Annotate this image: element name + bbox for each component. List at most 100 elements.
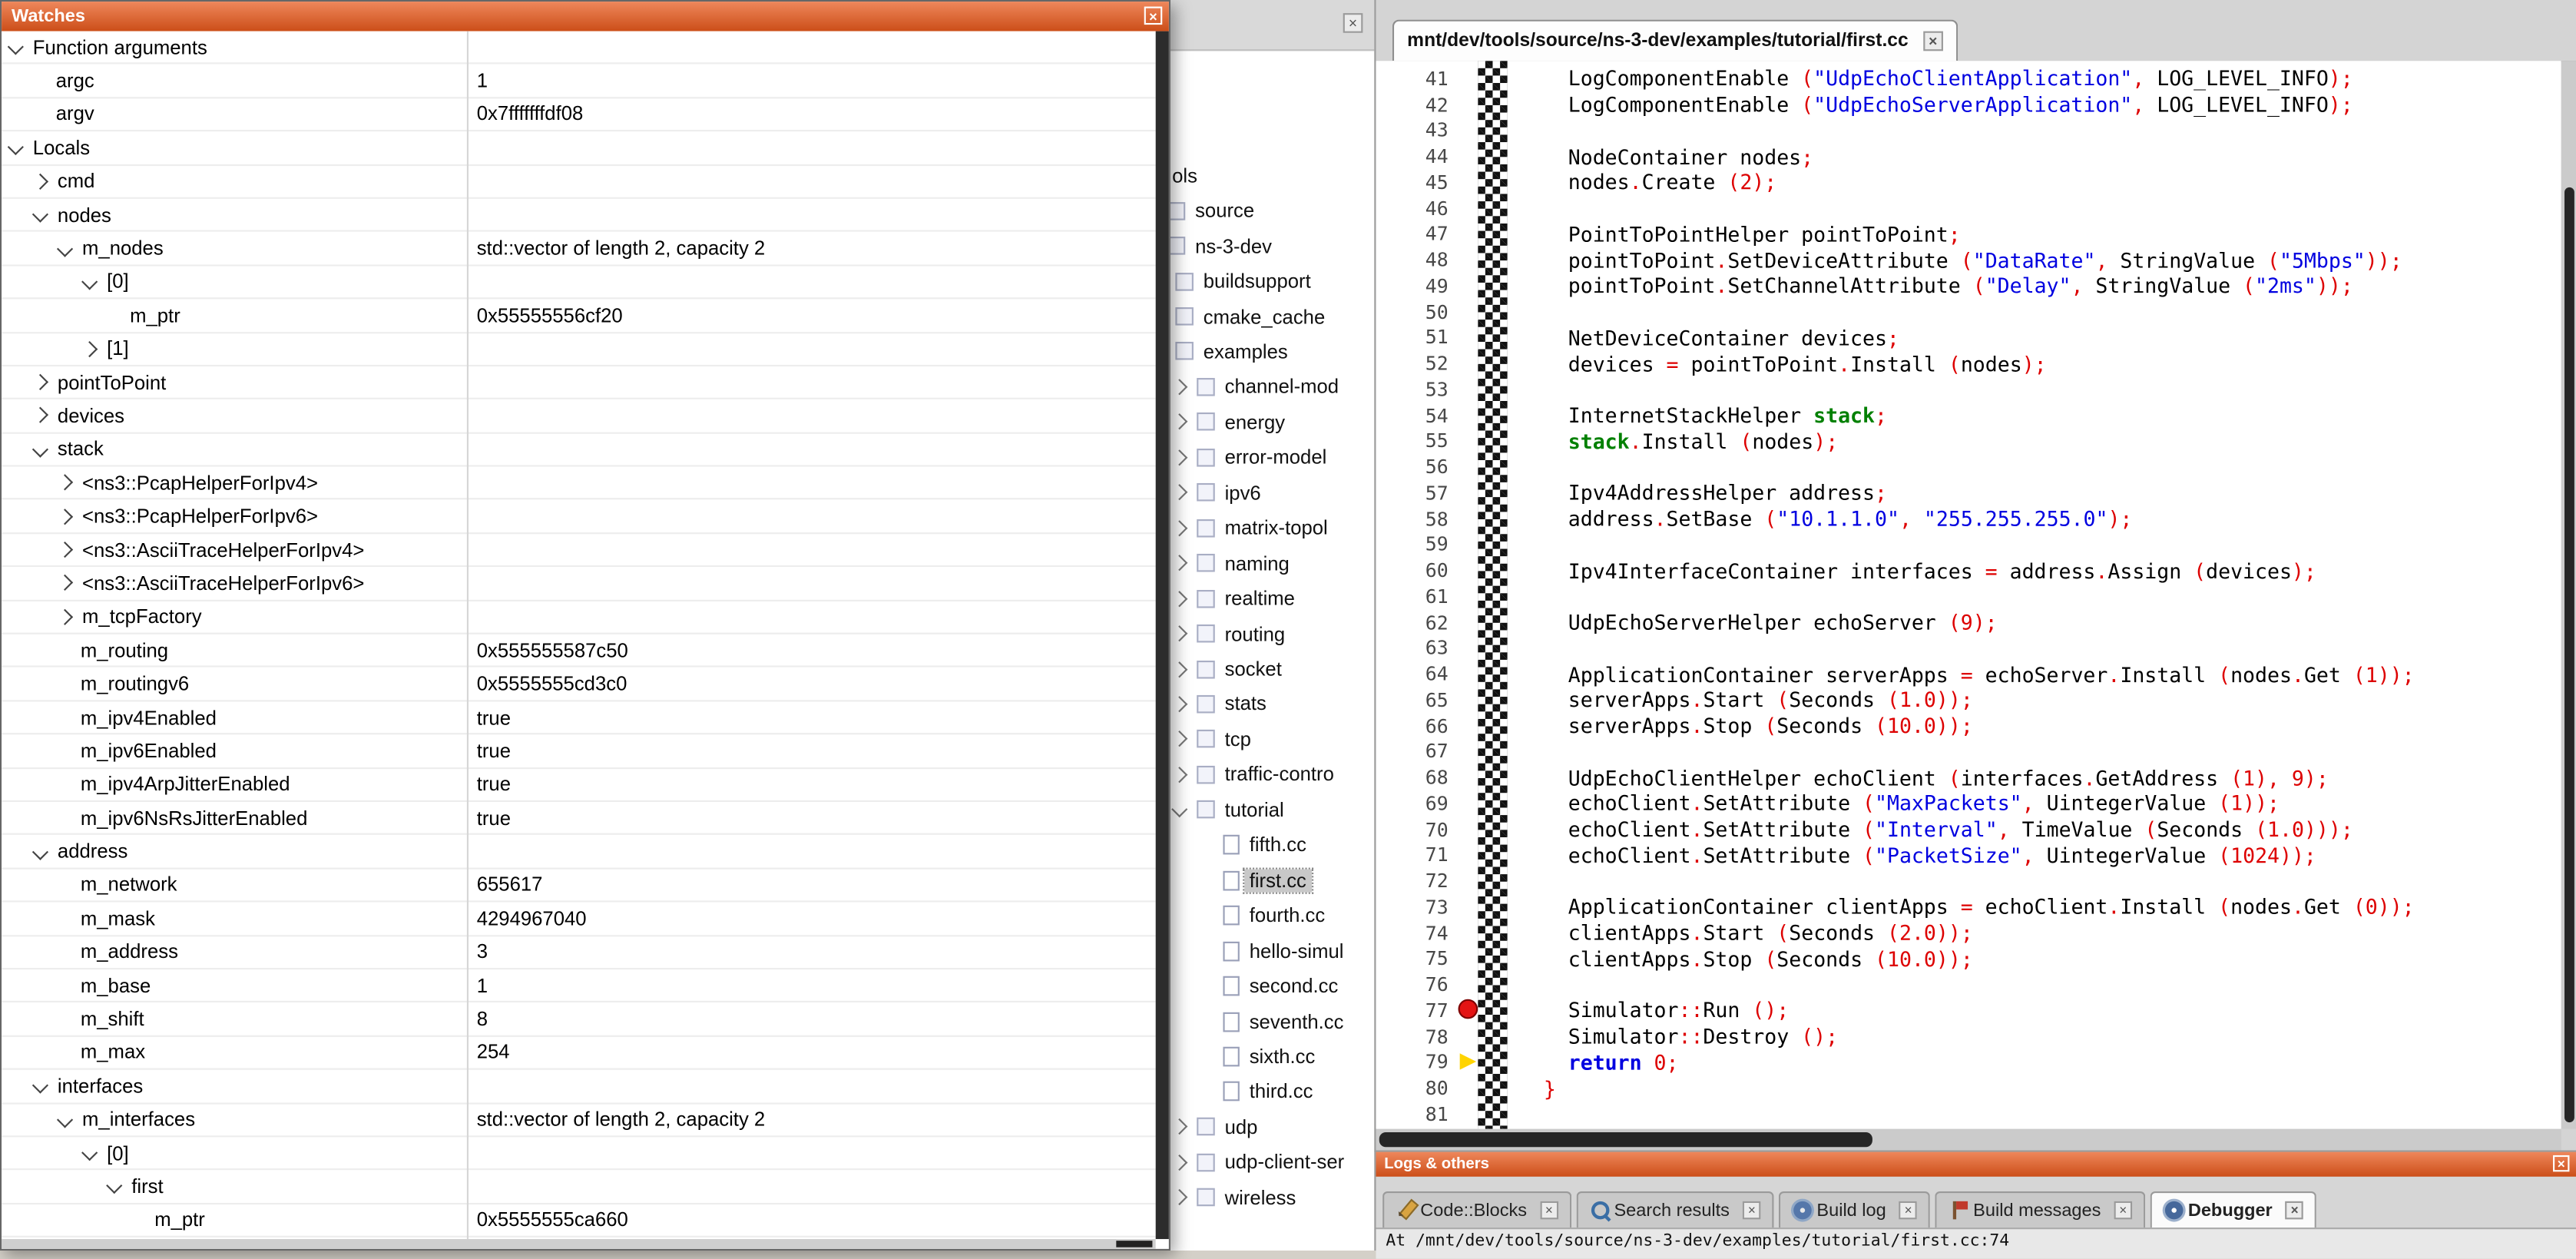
watches-vertical-scrollbar[interactable] (1156, 31, 1169, 1239)
tree-item-error-model[interactable]: error-model (1151, 439, 1374, 475)
line-marker-slot[interactable] (1462, 817, 1478, 843)
line-marker-slot[interactable] (1462, 169, 1478, 195)
horizontal-scrollbar-thumb[interactable] (1379, 1132, 1872, 1147)
line-marker-slot[interactable] (1462, 350, 1478, 376)
line-marker-slot[interactable] (1462, 1023, 1478, 1049)
close-icon[interactable]: × (2114, 1201, 2133, 1220)
watch-row-nodes[interactable]: nodes (2, 199, 1156, 233)
breakpoint-marker[interactable] (1459, 999, 1478, 1019)
watch-row-m-max[interactable]: m_max254 (2, 1036, 1156, 1070)
line-marker-slot[interactable] (1462, 195, 1478, 221)
logs-tab-build-messages[interactable]: Build messages× (1935, 1191, 2145, 1228)
close-icon[interactable]: × (1540, 1201, 1558, 1220)
watch-row-0[interactable]: [0] (2, 1137, 1156, 1171)
tree-item-udp[interactable]: udp (1151, 1109, 1374, 1145)
close-icon[interactable]: × (2286, 1201, 2304, 1220)
tree-item-matrix-topol[interactable]: matrix-topol (1151, 510, 1374, 545)
tree-item-tcp[interactable]: tcp (1151, 722, 1374, 757)
watch-row-locals[interactable]: Locals (2, 132, 1156, 166)
watches-hscroll-thumb[interactable] (1116, 1241, 1152, 1247)
line-marker-slot[interactable] (1462, 428, 1478, 454)
line-marker-slot[interactable] (1462, 919, 1478, 946)
line-marker-slot[interactable] (1462, 325, 1478, 351)
watch-row-cmd[interactable]: cmd (2, 165, 1156, 199)
line-marker-slot[interactable] (1462, 273, 1478, 299)
tree-item-source[interactable]: source (1151, 193, 1374, 228)
expand-icon[interactable] (81, 340, 98, 356)
logs-tab-build-log[interactable]: Build log× (1779, 1191, 1930, 1228)
tree-item-examples[interactable]: examples (1151, 334, 1374, 369)
watch-row-m-ptr[interactable]: m_ptr0x5555555ca660 (2, 1204, 1156, 1237)
expand-icon[interactable] (1171, 379, 1187, 395)
tree-item-third-cc[interactable]: third.cc (1151, 1074, 1374, 1109)
line-marker-slot[interactable] (1462, 91, 1478, 118)
watch-row-devices[interactable]: devices (2, 399, 1156, 433)
watch-row-ns3-pcaphelperforipv6[interactable]: <ns3::PcapHelperForIpv6> (2, 500, 1156, 534)
collapse-icon[interactable] (8, 140, 24, 156)
collapse-icon[interactable] (8, 39, 24, 55)
line-marker-slot[interactable] (1462, 764, 1478, 790)
expand-icon[interactable] (32, 173, 48, 189)
line-marker-slot[interactable] (1462, 1049, 1478, 1075)
tree-item-wireless[interactable]: wireless (1151, 1180, 1374, 1215)
line-marker-slot[interactable] (1462, 505, 1478, 532)
line-marker-slot[interactable] (1462, 454, 1478, 480)
line-marker-slot[interactable] (1462, 403, 1478, 429)
tree-item-ols[interactable]: ols (1151, 157, 1374, 193)
watch-row-first[interactable]: first (2, 1171, 1156, 1204)
watch-row-m-address[interactable]: m_address3 (2, 936, 1156, 969)
watch-row-interfaces[interactable]: interfaces (2, 1070, 1156, 1104)
line-marker-slot[interactable] (1462, 661, 1478, 687)
expand-icon[interactable] (1171, 661, 1187, 677)
watch-row-function-arguments[interactable]: Function arguments (2, 31, 1156, 65)
line-marker-slot[interactable] (1462, 221, 1478, 247)
tree-item-tutorial[interactable]: tutorial (1151, 792, 1374, 827)
line-marker-slot[interactable] (1462, 635, 1478, 661)
watch-row-ns3-asciitracehelperforipv6[interactable]: <ns3::AsciiTraceHelperForIpv6> (2, 568, 1156, 601)
watch-row-pointtopoint[interactable]: pointToPoint (2, 366, 1156, 400)
line-marker-slot[interactable] (1462, 532, 1478, 558)
watch-row-m-tcpfactory[interactable]: m_tcpFactory (2, 601, 1156, 634)
collapse-icon[interactable] (32, 1078, 48, 1094)
collapse-icon[interactable] (106, 1178, 122, 1194)
watches-titlebar[interactable]: Watches × (2, 2, 1169, 31)
line-marker-slot[interactable] (1462, 713, 1478, 739)
watch-row-address[interactable]: address (2, 836, 1156, 870)
watch-row-argc[interactable]: argc1 (2, 65, 1156, 98)
tree-item-ipv6[interactable]: ipv6 (1151, 475, 1374, 510)
line-marker-slot[interactable] (1462, 842, 1478, 868)
expand-icon[interactable] (1171, 731, 1187, 747)
watch-row-m-ipv4arpjitterenabled[interactable]: m_ipv4ArpJitterEnabledtrue (2, 768, 1156, 802)
collapse-icon[interactable] (57, 1112, 73, 1128)
line-marker-slot[interactable] (1462, 558, 1478, 584)
watch-row-ns3-pcaphelperforipv4[interactable]: <ns3::PcapHelperForIpv4> (2, 467, 1156, 501)
tree-item-first-cc[interactable]: first.cc (1151, 863, 1374, 898)
expand-icon[interactable] (32, 374, 48, 390)
watch-row-m-network[interactable]: m_network655617 (2, 869, 1156, 903)
expand-icon[interactable] (1171, 555, 1187, 571)
watch-row-m-ptr[interactable]: m_ptr0x55555556cf20 (2, 300, 1156, 333)
line-marker-slot[interactable] (1462, 247, 1478, 273)
tree-item-seventh-cc[interactable]: seventh.cc (1151, 1004, 1374, 1039)
collapse-icon[interactable] (57, 240, 73, 257)
line-marker-slot[interactable] (1462, 972, 1478, 998)
tree-item-udp-client-ser[interactable]: udp-client-ser (1151, 1145, 1374, 1180)
tree-item-hello-simul[interactable]: hello-simul (1151, 933, 1374, 969)
line-marker-slot[interactable] (1462, 998, 1478, 1024)
horizontal-scrollbar[interactable] (1376, 1129, 2561, 1151)
line-marker-slot[interactable] (1462, 376, 1478, 403)
expand-icon[interactable] (57, 575, 73, 591)
tree-item-buildsupport[interactable]: buildsupport (1151, 263, 1374, 299)
expand-icon[interactable] (1171, 485, 1187, 501)
line-marker-slot[interactable] (1462, 480, 1478, 506)
logs-tab-search-results[interactable]: Search results× (1576, 1191, 1774, 1228)
expand-icon[interactable] (57, 608, 73, 625)
tree-item-cmake-cache[interactable]: cmake_cache (1151, 299, 1374, 334)
line-marker-slot[interactable] (1462, 894, 1478, 920)
line-marker-slot[interactable] (1462, 1075, 1478, 1102)
expand-icon[interactable] (57, 475, 73, 491)
close-icon[interactable]: × (1899, 1201, 1918, 1220)
close-icon[interactable]: × (1743, 1201, 1761, 1220)
tree-item-channel-mod[interactable]: channel-mod (1151, 369, 1374, 405)
watch-row-stack[interactable]: stack (2, 433, 1156, 467)
